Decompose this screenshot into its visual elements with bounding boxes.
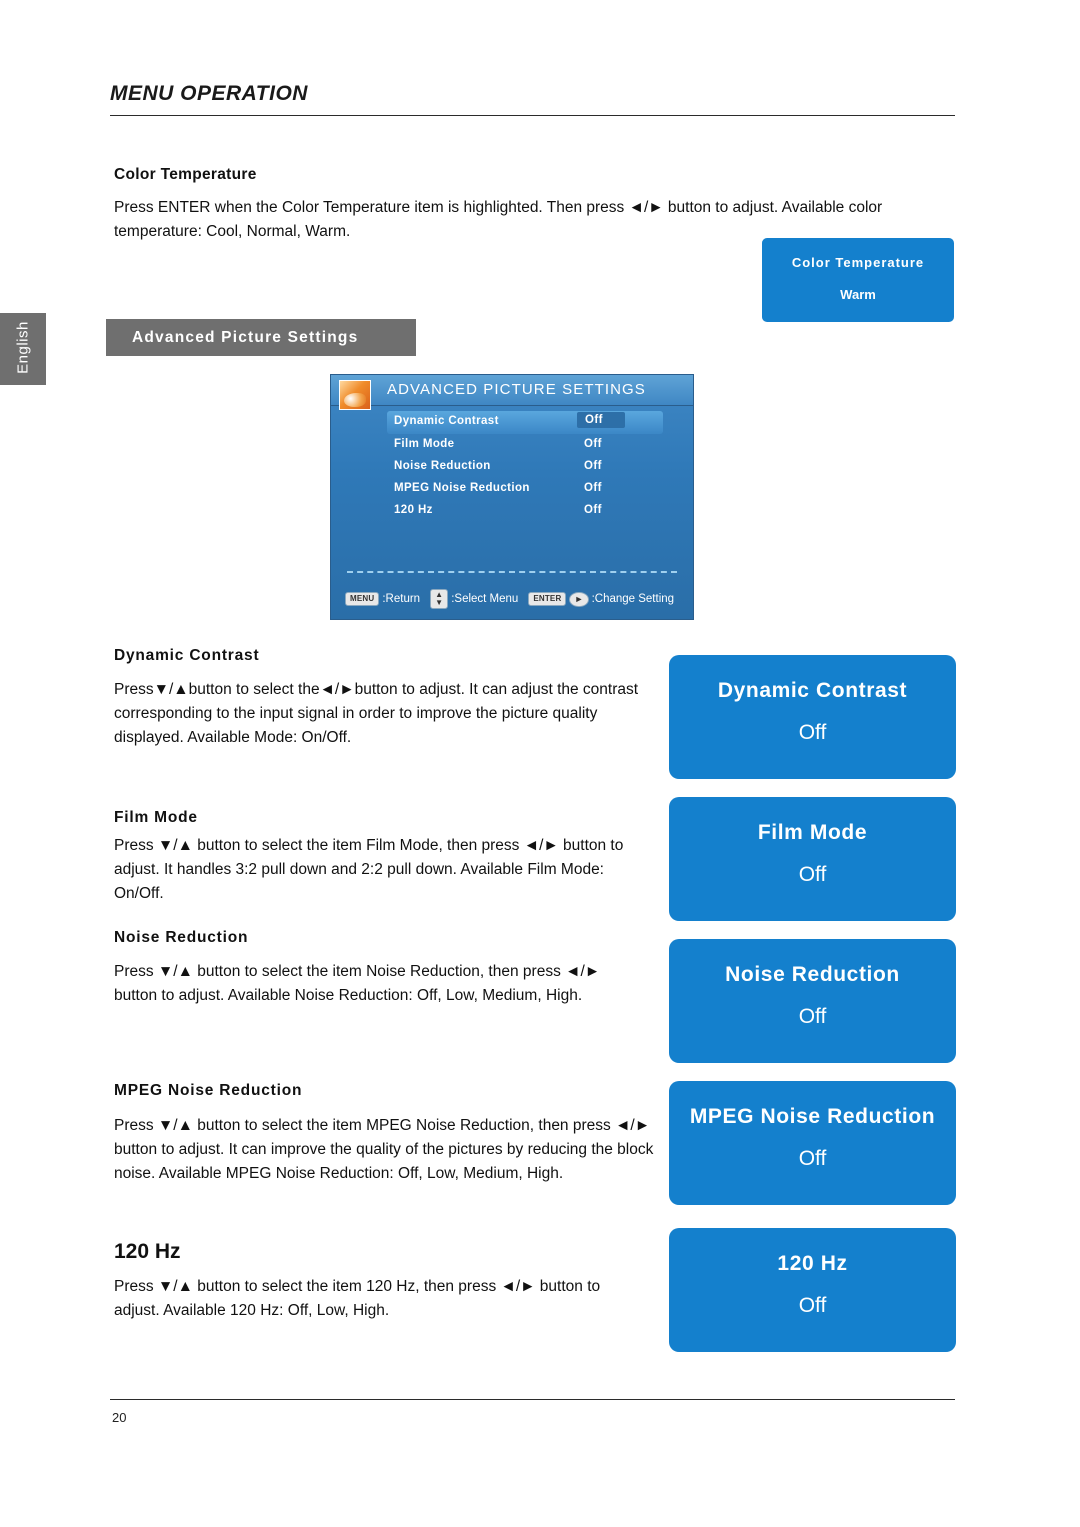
- osd-row-film-mode[interactable]: Film Mode Off: [331, 434, 693, 456]
- section-body-120hz: Press ▼/▲ button to select the item 120 …: [114, 1278, 601, 1319]
- callout-dynamic-contrast-title: Dynamic Contrast: [717, 679, 908, 702]
- right-arrow-key-icon: ►: [569, 591, 589, 607]
- callout-dynamic-contrast: Dynamic Contrast Off: [669, 655, 956, 779]
- section-body-film-mode: Press ▼/▲ button to select the item Film…: [114, 837, 624, 902]
- section-title-dynamic-contrast: Dynamic Contrast: [114, 647, 260, 664]
- osd-row-value: Off: [584, 504, 602, 516]
- osd-screenshot: ADVANCED PICTURE SETTINGS Dynamic Contra…: [330, 374, 694, 620]
- osd-row-label: Film Mode: [394, 438, 455, 450]
- osd-row-dynamic-contrast[interactable]: Dynamic Contrast Off: [387, 411, 663, 434]
- picture-settings-icon: [339, 380, 371, 410]
- page-number: 20: [112, 1410, 127, 1425]
- enter-key-icon: ENTER: [528, 592, 567, 606]
- callout-noise-reduction: Noise Reduction Off: [669, 939, 956, 1063]
- section-body-dynamic-contrast: Press▼/▲button to select the◄/►button to…: [114, 681, 639, 746]
- updown-key-icon: ▲ ▼: [430, 589, 449, 609]
- footer-divider: [110, 1399, 955, 1400]
- osd-row-label: 120 Hz: [394, 504, 433, 516]
- osd-divider: [347, 571, 677, 573]
- section-title-noise-reduction: Noise Reduction: [114, 929, 249, 946]
- callout-dynamic-contrast-value: Off: [798, 721, 827, 744]
- section-title-mpeg-noise-reduction: MPEG Noise Reduction: [114, 1082, 303, 1099]
- callout-120hz-value: Off: [798, 1294, 827, 1317]
- osd-footer-hints: MENU :Return ▲ ▼ :Select Menu ENTER ► :C…: [345, 589, 681, 609]
- language-side-tab-label: English: [14, 321, 32, 374]
- osd-row-value: Off: [584, 460, 602, 472]
- osd-menu-list: Dynamic Contrast Off Film Mode Off Noise…: [331, 411, 693, 522]
- osd-title: ADVANCED PICTURE SETTINGS: [387, 381, 646, 398]
- section-band-advanced-picture-settings: Advanced Picture Settings: [106, 319, 416, 356]
- page-header: MENU OPERATION: [110, 82, 955, 116]
- callout-120hz: 120 Hz Off: [669, 1228, 956, 1352]
- menu-key-icon: MENU: [345, 592, 380, 606]
- callout-mpeg-noise-reduction-title: MPEG Noise Reduction: [689, 1105, 936, 1128]
- section-body-noise-reduction: Press ▼/▲ button to select the item Nois…: [114, 963, 601, 1004]
- section-title-film-mode: Film Mode: [114, 809, 198, 826]
- callout-film-mode-title: Film Mode: [757, 821, 868, 844]
- osd-row-value: Off: [584, 482, 602, 494]
- header-divider: [110, 115, 955, 116]
- page-title: MENU OPERATION: [110, 82, 308, 105]
- callout-noise-reduction-value: Off: [798, 1005, 827, 1028]
- callout-film-mode-value: Off: [798, 863, 827, 886]
- callout-noise-reduction-title: Noise Reduction: [725, 963, 900, 986]
- osd-hint-return: :Return: [382, 593, 421, 605]
- down-arrow-glyph: ▼: [435, 598, 444, 607]
- osd-row-120hz[interactable]: 120 Hz Off: [331, 500, 693, 522]
- section-body-color-temperature: Press ENTER when the Color Temperature i…: [114, 199, 883, 240]
- osd-row-noise-reduction[interactable]: Noise Reduction Off: [331, 456, 693, 478]
- osd-row-label: Dynamic Contrast: [394, 415, 499, 427]
- section-title-color-temperature: Color Temperature: [114, 166, 257, 183]
- callout-mpeg-noise-reduction-value: Off: [798, 1147, 827, 1170]
- osd-row-label: Noise Reduction: [394, 460, 491, 472]
- callout-color-temperature: Color Temperature Warm: [762, 238, 954, 322]
- osd-hint-select-menu: :Select Menu: [451, 593, 519, 605]
- osd-row-mpeg-noise-reduction[interactable]: MPEG Noise Reduction Off: [331, 478, 693, 500]
- osd-row-value: Off: [577, 412, 625, 428]
- callout-color-temperature-title: Color Temperature: [791, 255, 925, 270]
- osd-row-label: MPEG Noise Reduction: [394, 482, 530, 494]
- section-body-mpeg-noise-reduction: Press ▼/▲ button to select the item MPEG…: [114, 1117, 654, 1182]
- section-title-120hz: 120 Hz: [114, 1240, 181, 1263]
- osd-hint-change-setting: :Change Setting: [591, 593, 675, 605]
- callout-120hz-title: 120 Hz: [777, 1252, 848, 1275]
- callout-color-temperature-value: Warm: [840, 287, 876, 302]
- callout-mpeg-noise-reduction: MPEG Noise Reduction Off: [669, 1081, 956, 1205]
- callout-film-mode: Film Mode Off: [669, 797, 956, 921]
- language-side-tab: English: [0, 313, 46, 385]
- osd-row-value: Off: [584, 438, 602, 450]
